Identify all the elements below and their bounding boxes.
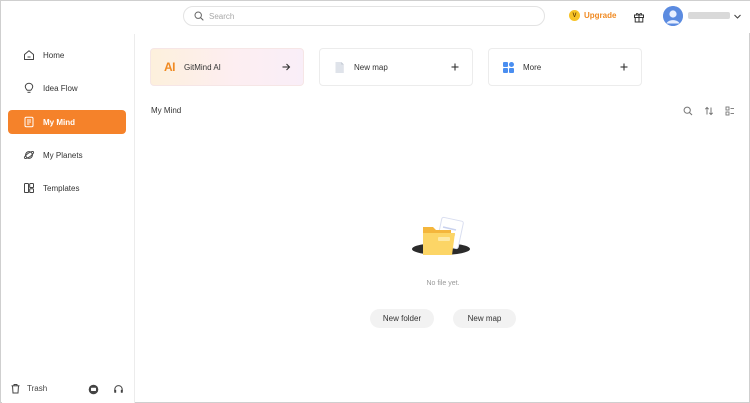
gitmind-ai-card[interactable]: AI GitMind AI bbox=[150, 48, 304, 86]
search-input[interactable] bbox=[209, 8, 529, 24]
sidebar-item-idea-flow[interactable]: Idea Flow bbox=[8, 76, 126, 100]
chevron-down-icon[interactable] bbox=[733, 12, 742, 21]
chat-icon[interactable] bbox=[88, 384, 99, 395]
gitmind-ai-label: GitMind AI bbox=[184, 62, 221, 72]
avatar[interactable] bbox=[663, 6, 683, 26]
trash-label: Trash bbox=[27, 384, 48, 393]
upgrade-label: Upgrade bbox=[584, 11, 617, 20]
username-redacted bbox=[688, 12, 730, 19]
planet-icon bbox=[23, 151, 35, 159]
trash-icon bbox=[11, 384, 20, 394]
gift-icon[interactable] bbox=[633, 11, 645, 23]
home-icon bbox=[24, 50, 34, 60]
sort-icon[interactable] bbox=[704, 106, 714, 116]
sidebar-item-label: My Mind bbox=[43, 117, 75, 127]
section-title: My Mind bbox=[151, 106, 182, 115]
sidebar-item-label: Idea Flow bbox=[43, 83, 78, 93]
templates-icon bbox=[24, 183, 34, 193]
search-icon[interactable] bbox=[683, 106, 693, 116]
new-folder-button[interactable]: New folder bbox=[370, 309, 434, 328]
document-icon bbox=[24, 116, 34, 128]
grid-icon bbox=[503, 61, 514, 73]
empty-folder-illustration bbox=[412, 216, 470, 255]
new-map-button[interactable]: New map bbox=[453, 309, 516, 328]
sidebar-item-label: Home bbox=[43, 50, 65, 60]
new-map-card[interactable]: New map bbox=[319, 48, 473, 86]
user-avatar-icon bbox=[663, 6, 683, 26]
sidebar-item-label: My Planets bbox=[43, 150, 83, 160]
view-mode-icon[interactable] bbox=[725, 106, 735, 116]
headset-icon[interactable] bbox=[113, 384, 124, 395]
trash-button[interactable]: Trash bbox=[10, 383, 47, 394]
sidebar-item-my-planets[interactable]: My Planets bbox=[8, 143, 126, 167]
search-icon bbox=[194, 11, 204, 21]
upgrade-button[interactable]: V Upgrade bbox=[569, 10, 616, 21]
sidebar: Home Idea Flow My Mind My Planets Templa… bbox=[2, 34, 135, 403]
new-map-label: New map bbox=[354, 62, 388, 72]
top-bar: V Upgrade bbox=[1, 1, 750, 33]
search-box[interactable] bbox=[183, 6, 545, 26]
empty-state-text: No file yet. bbox=[426, 280, 460, 287]
arrow-right-icon bbox=[282, 63, 291, 71]
sidebar-item-templates[interactable]: Templates bbox=[8, 176, 126, 200]
more-label: More bbox=[523, 62, 542, 72]
plus-icon bbox=[620, 63, 628, 71]
ai-logo-icon: AI bbox=[164, 60, 176, 74]
sidebar-item-home[interactable]: Home bbox=[8, 43, 126, 67]
file-icon bbox=[335, 61, 344, 73]
sidebar-item-label: Templates bbox=[43, 183, 80, 193]
upgrade-badge-icon: V bbox=[569, 10, 580, 21]
sidebar-item-my-mind[interactable]: My Mind bbox=[8, 110, 126, 134]
lightbulb-icon bbox=[24, 82, 34, 93]
app-window: V Upgrade Home bbox=[0, 0, 750, 403]
more-card[interactable]: More bbox=[488, 48, 642, 86]
plus-icon bbox=[451, 63, 459, 71]
